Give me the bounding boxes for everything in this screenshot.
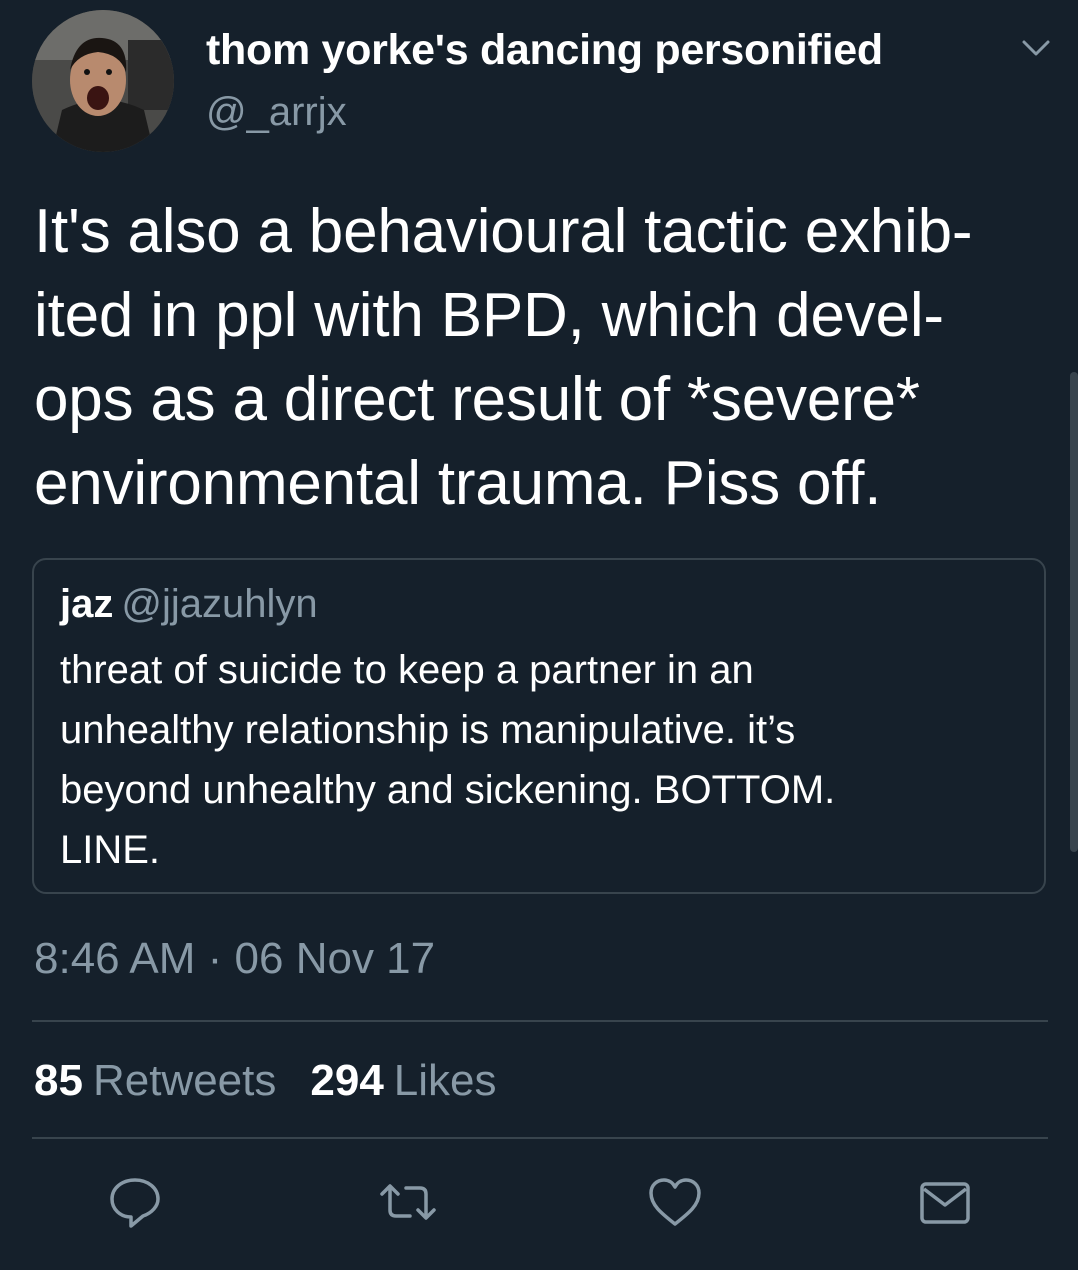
- quoted-tweet-text: threat of suicide to keep a partner in a…: [60, 640, 1020, 880]
- quoted-text-line: LINE.: [60, 828, 161, 872]
- engagement-stats: 85 Retweets 294 Likes: [34, 1056, 497, 1106]
- quoted-tweet-header: jaz @jjazuhlyn: [60, 582, 318, 627]
- tweet-text-line: environmental trauma. Piss off.: [34, 449, 882, 518]
- likes-count: 294: [310, 1056, 384, 1105]
- retweets-count: 85: [34, 1056, 83, 1105]
- heart-icon[interactable]: [647, 1174, 703, 1230]
- tweet-text: It's also a behavioural tactic exhib- it…: [34, 190, 1054, 526]
- divider: [32, 1020, 1048, 1022]
- tweet-text-line: It's also a behavioural tactic exhib-: [34, 197, 973, 266]
- tweet-text-line: ited in ppl with BPD, which devel-: [34, 281, 944, 350]
- quoted-tweet[interactable]: jaz @jjazuhlyn threat of suicide to keep …: [32, 558, 1046, 894]
- envelope-icon[interactable]: [917, 1174, 973, 1230]
- retweets-stat[interactable]: 85 Retweets: [34, 1056, 276, 1105]
- quoted-text-line: threat of suicide to keep a partner in a…: [60, 648, 754, 692]
- quoted-author-handle: @jjazuhlyn: [121, 582, 318, 626]
- user-handle[interactable]: @_arrjx: [206, 90, 347, 135]
- likes-label: Likes: [393, 1056, 497, 1105]
- quoted-text-line: unhealthy relationship is manipulative. …: [60, 708, 796, 752]
- quoted-author-name: jaz: [60, 582, 114, 626]
- divider: [32, 1137, 1048, 1139]
- quoted-text-line: beyond unhealthy and sickening. BOTTOM.: [60, 768, 836, 812]
- retweets-label: Retweets: [92, 1056, 277, 1105]
- likes-stat[interactable]: 294 Likes: [310, 1056, 496, 1105]
- chevron-down-icon[interactable]: [1014, 30, 1058, 66]
- retweet-icon[interactable]: [378, 1174, 438, 1230]
- reply-icon[interactable]: [107, 1174, 163, 1230]
- timestamp: 8:46 AM · 06 Nov 17: [34, 934, 436, 983]
- avatar[interactable]: [32, 10, 174, 152]
- scrollbar[interactable]: [1070, 372, 1078, 852]
- display-name[interactable]: thom yorke's dancing personified: [206, 26, 883, 75]
- tweet-text-line: ops as a direct result of *severe*: [34, 365, 920, 434]
